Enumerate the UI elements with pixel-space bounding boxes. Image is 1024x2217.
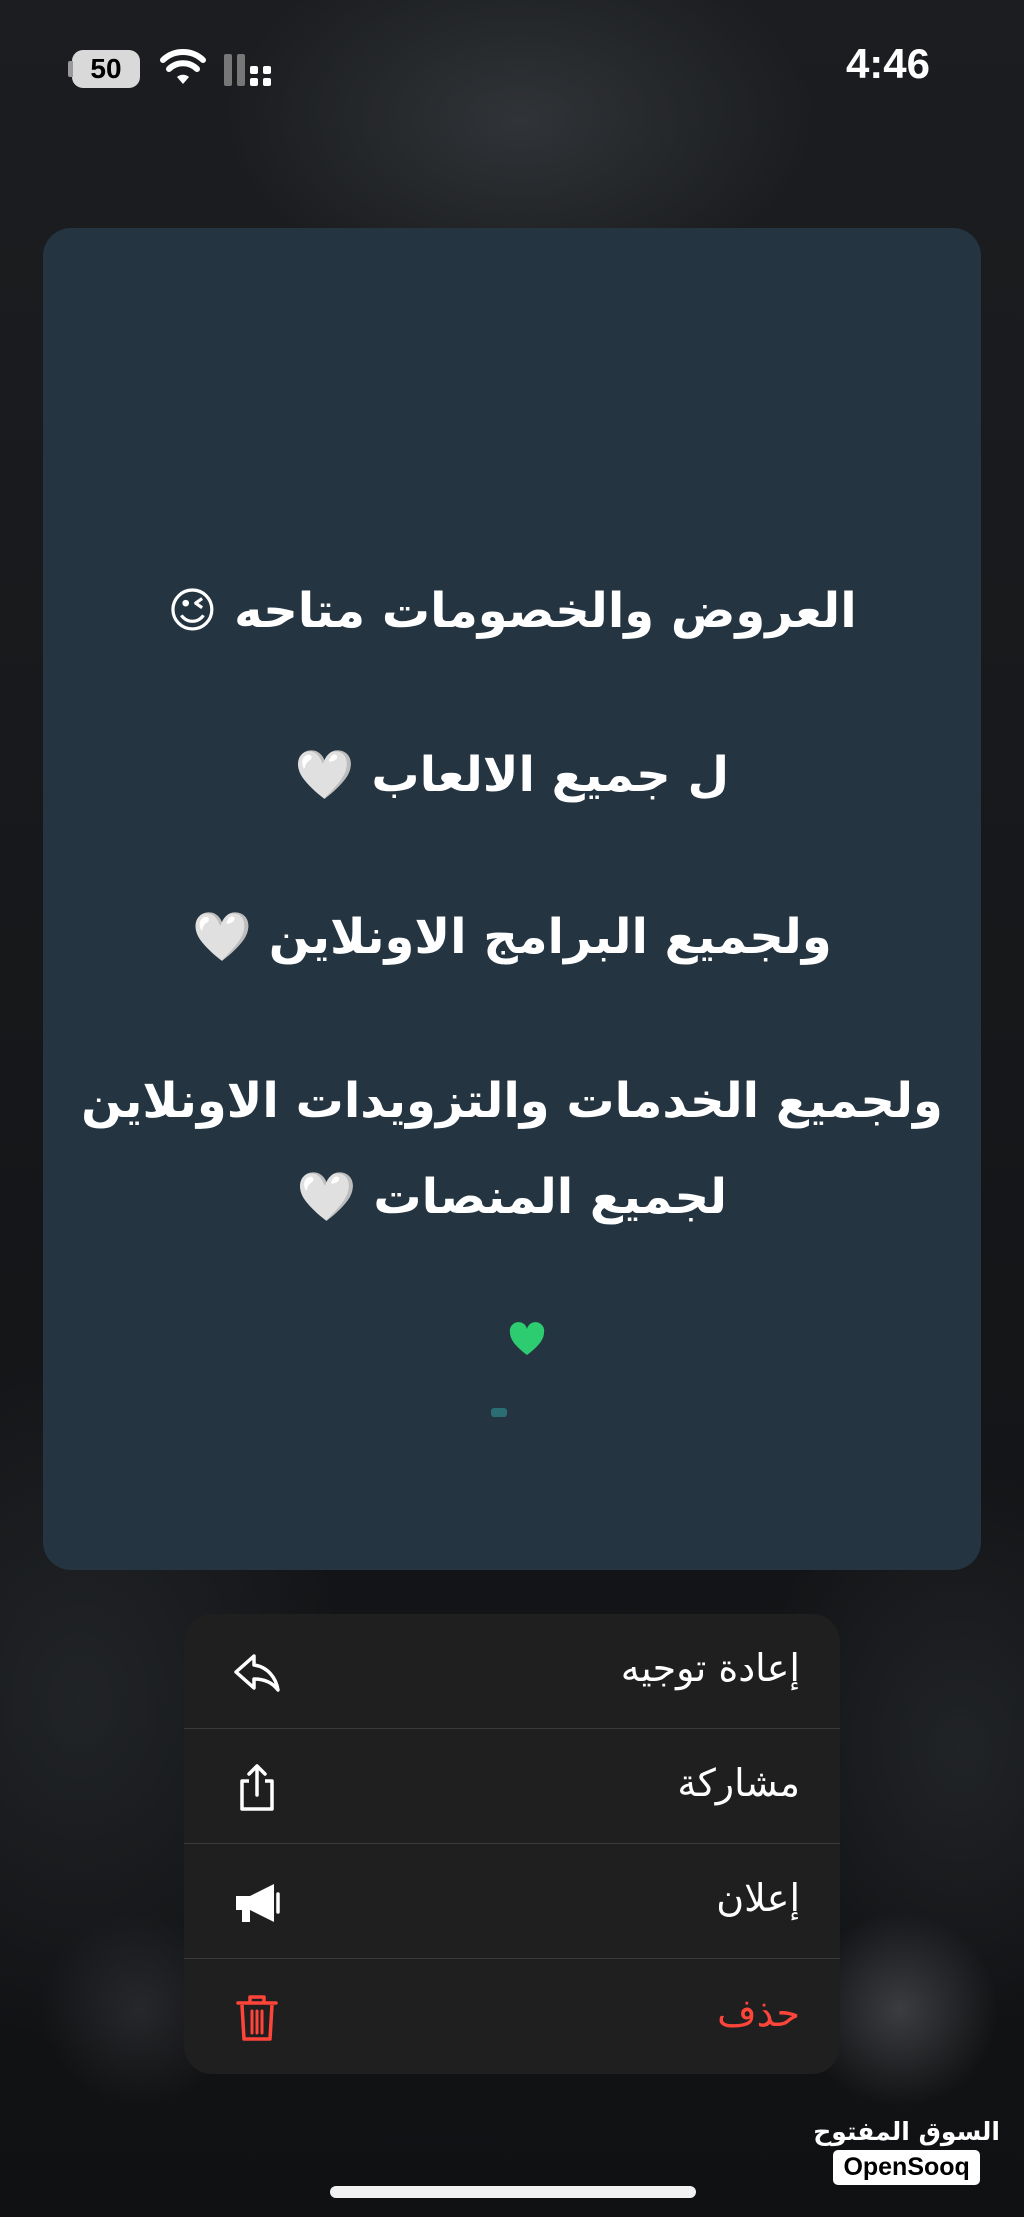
trash-icon — [236, 1995, 278, 2041]
menu-item-forward[interactable]: إعادة توجيه — [184, 1614, 840, 1728]
cellular-signal-icon — [224, 54, 271, 86]
battery-indicator: 50 — [72, 50, 140, 88]
share-icon — [240, 1764, 274, 1811]
menu-label-advertise: إعلان — [716, 1876, 800, 1920]
status-bar: 50 4:46 — [0, 0, 1024, 140]
menu-item-share[interactable]: مشاركة — [184, 1728, 840, 1843]
message-line: ولجميع الخدمات والتزويدات الاونلاين — [81, 1073, 943, 1129]
menu-label-share: مشاركة — [677, 1761, 800, 1805]
menu-label-forward: إعادة توجيه — [620, 1646, 800, 1690]
menu-label-delete: حذف — [717, 1991, 800, 2035]
menu-item-delete[interactable]: حذف — [184, 1958, 840, 2073]
green-heart-icon — [509, 1322, 545, 1355]
forward-arrow-icon — [234, 1654, 280, 1692]
clock-time: 4:46 — [845, 40, 930, 87]
message-bubble[interactable]: العروض والخصومات متاحه 😉 ل جميع الالعاب … — [43, 228, 981, 1570]
home-indicator[interactable] — [330, 2186, 696, 2198]
message-line: ولجميع البرامج الاونلاين 🤍 — [192, 909, 832, 965]
opensooq-watermark: السوق المفتوح OpenSooq — [813, 2117, 1000, 2185]
context-menu: إعادة توجيه مشاركة إعلان حذف — [184, 1614, 840, 2074]
watermark-arabic: السوق المفتوح — [813, 2117, 1000, 2146]
watermark-english: OpenSooq — [833, 2150, 980, 2185]
megaphone-icon — [236, 1884, 280, 1922]
message-line: لجميع المنصات 🤍 — [296, 1169, 728, 1225]
battery-level: 50 — [90, 53, 122, 84]
wifi-icon — [160, 49, 206, 84]
menu-item-advertise[interactable]: إعلان — [184, 1843, 840, 1958]
scroll-indicator-dot — [491, 1408, 507, 1417]
message-line: ل جميع الالعاب 🤍 — [294, 747, 730, 803]
battery-tip — [68, 61, 73, 77]
message-line: العروض والخصومات متاحه 😉 — [167, 583, 857, 639]
